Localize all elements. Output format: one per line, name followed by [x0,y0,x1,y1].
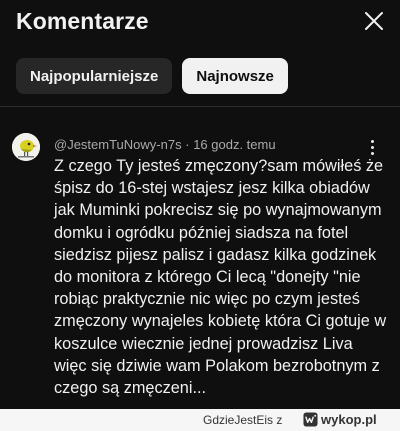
divider [0,106,400,107]
comment-time: 16 godz. temu [193,137,276,152]
wykop-logo-icon [303,412,318,427]
comment-header: @JestemTuNowy-n7s · 16 godz. temu [54,137,276,152]
wykop-logo: wykop.pl [303,412,377,427]
close-icon [365,12,383,30]
sort-chip-top[interactable]: Najpopularniejsze [16,58,173,94]
comment-line: koszulce wiecznie jednej prowadzisz Liva [54,334,353,353]
comment-line: śpisz do 16-stej wstajesz jesz kilka obi… [54,179,370,198]
panel-header: Komentarze [0,0,400,50]
sort-chip-newest[interactable]: Najnowsze [182,58,288,94]
comment-line: domku i ogródku później siadsza na fotel [54,223,349,242]
comment-line: siedzisz pijesz palisz i gadasz kilka go… [54,245,377,264]
comment-line: robiąc praktycznie nic więc po czym jest… [54,290,360,309]
comment-line: Z czego Ty jesteś zmęczony?sam mówiłeś ż… [54,157,384,175]
avatar[interactable] [12,133,40,161]
watermark-logo-text: wykop.pl [321,412,377,427]
sort-chips: Najpopularniejsze Najnowsze [16,58,288,94]
comment-text: Z czego Ty jesteś zmęczony?sam mówiłeś ż… [54,155,387,399]
comments-panel: Komentarze Najpopularniejsze Najnowsze @… [0,0,400,431]
close-button[interactable] [360,7,388,35]
watermark-user: GdzieJestEis z [203,413,283,427]
comment-line: jak Muminki pokrecisz się po wynajmowany… [54,201,382,220]
header-separator: · [185,137,190,152]
comment-line: zmęczony wynajeles kobietę która Ci gotu… [54,312,387,331]
panel-title: Komentarze [16,8,149,34]
comment-line: czego są zmęczeni... [54,379,207,398]
avatar-bird-icon [12,133,40,161]
comment-line: do monitora z którego Ci lecą "donejty "… [54,268,361,287]
comment-line: więc się dziwie wam Polakom bezrobotnym … [54,356,380,375]
comment-author[interactable]: @JestemTuNowy-n7s [54,137,182,152]
